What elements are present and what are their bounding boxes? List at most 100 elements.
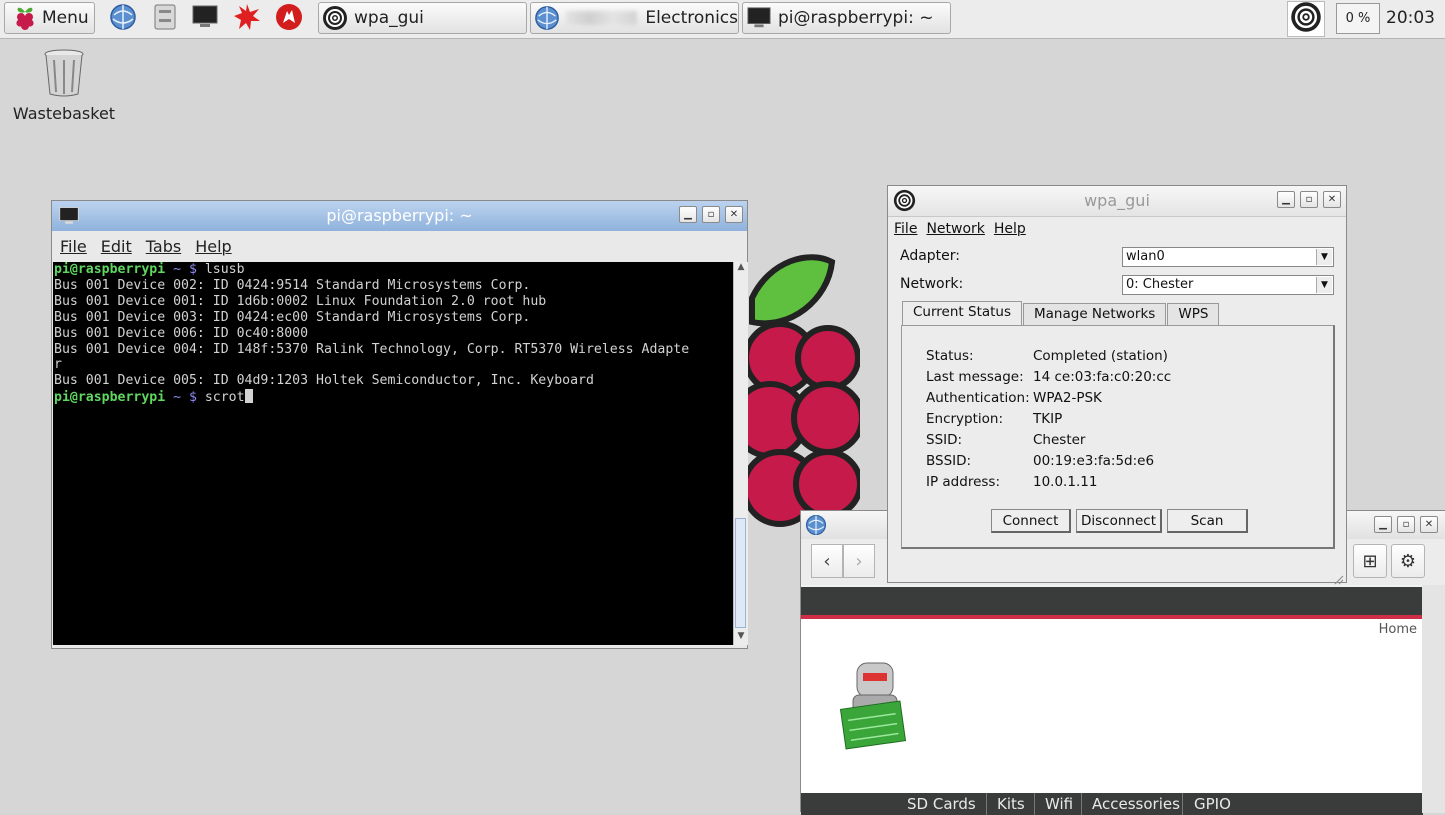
bssid-row: BSSID: 00:19:e3:fa:5d:e6 bbox=[926, 453, 1154, 469]
wifi-tray[interactable] bbox=[1287, 1, 1325, 37]
globe-icon bbox=[109, 3, 137, 35]
close-button[interactable]: ✕ bbox=[1323, 191, 1341, 208]
minimize-button[interactable]: ▁ bbox=[679, 206, 697, 223]
terminal-title: pi@raspberrypi: ~ bbox=[326, 206, 473, 225]
maximize-icon: ▫ bbox=[707, 209, 715, 220]
terminal-line: pi@raspberrypi ~ $ scrot bbox=[54, 389, 733, 406]
back-button[interactable]: ‹ bbox=[811, 544, 843, 578]
file-cabinet-icon bbox=[153, 3, 177, 35]
file-manager-launcher[interactable] bbox=[150, 4, 180, 34]
prompt-sep: ~ $ bbox=[165, 262, 197, 277]
maximize-button[interactable]: ▫ bbox=[1300, 191, 1318, 208]
home-link[interactable]: Home bbox=[1379, 622, 1417, 637]
clock[interactable]: 20:03 bbox=[1386, 8, 1435, 28]
nav-gpio[interactable]: GPIO bbox=[1194, 795, 1231, 813]
task-terminal[interactable]: pi@raspberrypi: ~ bbox=[742, 2, 951, 34]
menu-edit[interactable]: Edit bbox=[101, 237, 132, 256]
close-icon: ✕ bbox=[1424, 519, 1434, 530]
adapter-select[interactable]: wlan0 ▼ bbox=[1122, 247, 1334, 267]
resize-grip-icon[interactable] bbox=[1334, 570, 1344, 585]
wpa-gui-window[interactable]: wpa_gui ▁ ▫ ✕ File Network Help Adapter:… bbox=[887, 185, 1347, 585]
chevron-down-icon: ▼ bbox=[1316, 277, 1332, 293]
star-burst-icon bbox=[233, 3, 261, 35]
close-button[interactable]: ✕ bbox=[725, 206, 743, 223]
chevron-down-icon: ▼ bbox=[1316, 249, 1332, 265]
connect-button[interactable]: Connect bbox=[991, 509, 1071, 533]
minimize-icon: ▁ bbox=[1379, 519, 1387, 530]
web-page: Home bbox=[801, 619, 1423, 793]
tab-manage-networks[interactable]: Manage Networks bbox=[1023, 303, 1167, 325]
ssid-label: SSID: bbox=[926, 432, 963, 448]
encryption-value: TKIP bbox=[1033, 411, 1063, 427]
task-browser[interactable]: Electronics bbox=[530, 2, 739, 34]
minimize-icon: ▁ bbox=[1282, 194, 1290, 205]
last-message-value: 14 ce:03:fa:c0:20:cc bbox=[1033, 369, 1172, 385]
nav-accessories[interactable]: Accessories bbox=[1092, 795, 1180, 813]
wpa-titlebar[interactable]: wpa_gui ▁ ▫ ✕ bbox=[888, 186, 1346, 217]
raspberry-icon bbox=[13, 5, 37, 31]
wpa-icon bbox=[322, 5, 348, 31]
menu-help[interactable]: Help bbox=[994, 221, 1026, 237]
maximize-button[interactable]: ▫ bbox=[1397, 516, 1415, 533]
terminal-screen[interactable]: pi@raspberrypi ~ $ lsusb Bus 001 Device 0… bbox=[53, 262, 733, 645]
wpa-tabs: Current Status Manage Networks WPS bbox=[902, 301, 1220, 325]
menu-tabs[interactable]: Tabs bbox=[146, 237, 181, 256]
trash-icon bbox=[42, 48, 86, 102]
encryption-row: Encryption: TKIP bbox=[926, 411, 1062, 427]
gear-icon: ⚙ bbox=[1399, 550, 1417, 572]
settings-button[interactable]: ⚙ bbox=[1391, 544, 1425, 578]
network-select[interactable]: 0: Chester ▼ bbox=[1122, 275, 1334, 295]
status-panel: Status: Completed (station) Last message:… bbox=[901, 325, 1335, 549]
close-button[interactable]: ✕ bbox=[1420, 516, 1438, 533]
nav-kits[interactable]: Kits bbox=[997, 795, 1025, 813]
mathematica-launcher[interactable] bbox=[232, 4, 262, 34]
site-header-bar bbox=[801, 587, 1423, 619]
menu-help[interactable]: Help bbox=[195, 237, 231, 256]
scroll-up-icon[interactable]: ▲ bbox=[734, 262, 748, 276]
wolf-icon bbox=[275, 3, 303, 35]
nav-sd-cards[interactable]: SD Cards bbox=[907, 795, 976, 813]
authentication-row: Authentication: WPA2-PSK bbox=[926, 390, 1102, 406]
ssid-value: Chester bbox=[1033, 432, 1086, 448]
disconnect-button[interactable]: Disconnect bbox=[1076, 509, 1162, 533]
menu-label: Menu bbox=[42, 8, 89, 28]
terminal-titlebar[interactable]: pi@raspberrypi: ~ ▁ ▫ ✕ bbox=[52, 201, 747, 231]
status-row: Status: Completed (station) bbox=[926, 348, 1168, 364]
forward-button[interactable]: › bbox=[843, 544, 875, 578]
scroll-down-icon[interactable]: ▼ bbox=[734, 631, 748, 645]
terminal-line: pi@raspberrypi ~ $ lsusb bbox=[54, 262, 733, 278]
menu-file[interactable]: File bbox=[60, 237, 87, 256]
menu-file[interactable]: File bbox=[894, 221, 917, 237]
network-value: 0: Chester bbox=[1126, 277, 1194, 292]
task-label: wpa_gui bbox=[354, 8, 424, 28]
prompt-host: pi@raspberrypi bbox=[54, 262, 166, 277]
terminal-scrollbar[interactable]: ▲ ▼ bbox=[733, 262, 748, 645]
terminal-window[interactable]: pi@raspberrypi: ~ ▁ ▫ ✕ File Edit Tabs H… bbox=[51, 200, 748, 649]
wastebasket-desktop-icon[interactable]: Wastebasket bbox=[10, 48, 118, 123]
taskbar: Menu wpa_gui Electronics pi@raspberrypi:… bbox=[0, 0, 1445, 39]
browser-launcher[interactable] bbox=[108, 4, 138, 34]
maximize-icon: ▫ bbox=[1402, 519, 1410, 530]
menu-network[interactable]: Network bbox=[926, 221, 984, 237]
maximize-button[interactable]: ▫ bbox=[702, 206, 720, 223]
prompt-sep: ~ $ bbox=[165, 390, 197, 406]
nav-wifi[interactable]: Wifi bbox=[1045, 795, 1073, 813]
minimize-button[interactable]: ▁ bbox=[1277, 191, 1295, 208]
bookmark-button[interactable]: ⊞ bbox=[1353, 544, 1387, 578]
monitor-icon bbox=[191, 4, 219, 34]
adapter-value: wlan0 bbox=[1126, 249, 1165, 264]
scrollbar-thumb[interactable] bbox=[735, 518, 746, 628]
terminal-line: Bus 001 Device 001: ID 1d6b:0002 Linux F… bbox=[54, 293, 547, 309]
terminal-launcher[interactable] bbox=[190, 4, 220, 34]
tab-wps[interactable]: WPS bbox=[1167, 303, 1220, 325]
tab-current-status[interactable]: Current Status bbox=[902, 301, 1023, 325]
minimize-button[interactable]: ▁ bbox=[1374, 516, 1392, 533]
browser-scrollbar[interactable] bbox=[1422, 585, 1445, 813]
task-wpa-gui[interactable]: wpa_gui bbox=[318, 2, 527, 34]
menu-button[interactable]: Menu bbox=[4, 2, 95, 34]
last-message-label: Last message: bbox=[926, 369, 1024, 385]
cpu-monitor: 0 % bbox=[1336, 3, 1380, 34]
scan-button[interactable]: Scan bbox=[1167, 509, 1248, 533]
ssid-row: SSID: Chester bbox=[926, 432, 1085, 448]
wolfram-launcher[interactable] bbox=[274, 4, 304, 34]
